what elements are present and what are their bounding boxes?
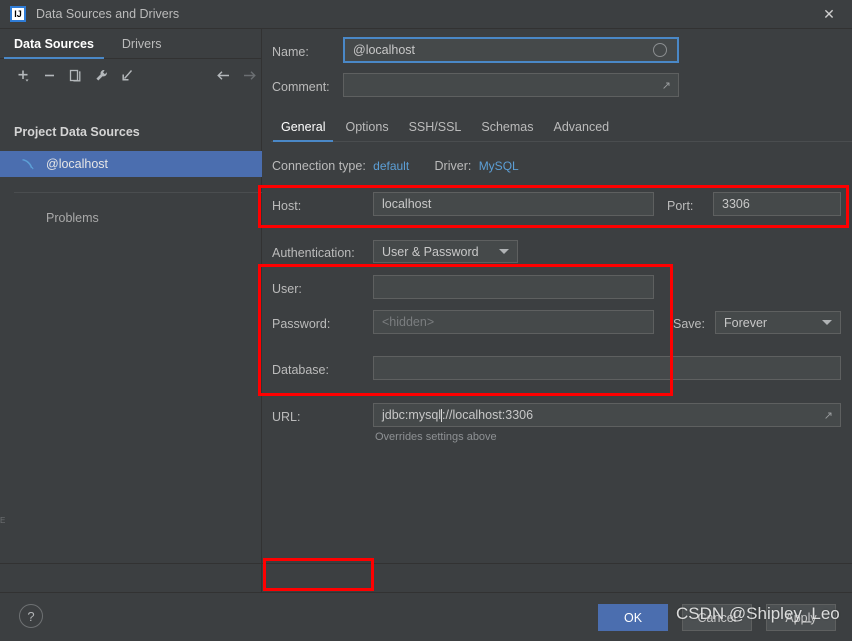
title-bar: IJ Data Sources and Drivers ✕ — [0, 0, 852, 29]
url-value-after-caret: ://localhost:3306 — [442, 408, 534, 422]
problems-item[interactable]: Problems — [46, 211, 99, 225]
close-icon[interactable]: ✕ — [806, 0, 852, 28]
left-toolbar — [0, 60, 262, 90]
name-label: Name: — [272, 45, 309, 59]
authentication-value: User & Password — [382, 244, 479, 259]
name-input[interactable]: @localhost — [343, 37, 679, 63]
driver-value[interactable]: MySQL — [479, 159, 519, 173]
forward-icon — [236, 63, 262, 87]
wrench-icon[interactable] — [88, 63, 114, 87]
left-panel: Data Sources Drivers Project Data Source… — [0, 29, 262, 592]
authentication-select[interactable]: User & Password — [373, 240, 518, 263]
port-input[interactable]: 3306 — [713, 192, 841, 216]
import-icon[interactable] — [114, 63, 140, 87]
data-sources-and-drivers-dialog: IJ Data Sources and Drivers ✕ Data Sourc… — [0, 0, 852, 641]
name-input-value: @localhost — [353, 43, 416, 57]
host-input-value: localhost — [382, 197, 432, 211]
password-label: Password: — [272, 317, 331, 331]
connection-type-label: Connection type: — [272, 159, 366, 173]
list-item-label: @localhost — [46, 157, 109, 171]
left-panel-divider — [14, 192, 262, 193]
settings-tab-bar: General Options SSH/SSL Schemas Advanced — [271, 114, 852, 142]
database-label: Database: — [272, 363, 329, 377]
chevron-down-icon — [499, 249, 509, 254]
tab-options[interactable]: Options — [335, 120, 398, 141]
edge-artifact-text: E — [0, 516, 6, 525]
url-hint: Overrides settings above — [375, 431, 497, 443]
url-input[interactable]: jdbc:mysql://localhost:3306 ↗ — [373, 403, 841, 427]
comment-input[interactable]: ↗ — [343, 73, 679, 97]
tab-advanced[interactable]: Advanced — [544, 120, 620, 141]
remove-icon[interactable] — [36, 63, 62, 87]
ok-button[interactable]: OK — [598, 604, 668, 631]
url-label: URL: — [272, 410, 301, 424]
save-value: Forever — [724, 315, 768, 330]
color-circle-icon[interactable] — [653, 43, 667, 57]
user-input[interactable] — [373, 275, 654, 299]
database-input[interactable] — [373, 356, 841, 380]
csdn-watermark: CSDN @Shipley_Leo — [676, 604, 840, 623]
port-label: Port: — [667, 199, 694, 213]
left-tab-bar: Data Sources Drivers — [0, 29, 262, 59]
save-select[interactable]: Forever — [715, 311, 841, 334]
password-input[interactable]: <hidden> — [373, 310, 654, 334]
tab-ssh-ssl[interactable]: SSH/SSL — [399, 120, 472, 141]
connection-type-row: Connection type: default Driver: MySQL — [272, 159, 519, 173]
host-input[interactable]: localhost — [373, 192, 654, 216]
url-value-before-caret: jdbc:mysql — [382, 408, 442, 422]
user-label: User: — [272, 282, 302, 296]
mysql-dolphin-icon — [20, 157, 36, 172]
help-button[interactable]: ? — [19, 604, 43, 628]
expand-icon[interactable]: ↗ — [662, 79, 671, 92]
footer-separator — [0, 563, 852, 564]
port-input-value: 3306 — [722, 197, 750, 211]
authentication-label: Authentication: — [272, 246, 355, 260]
driver-label: Driver: — [434, 159, 472, 173]
back-icon[interactable] — [210, 63, 236, 87]
window-title: Data Sources and Drivers — [36, 7, 180, 21]
tab-drivers[interactable]: Drivers — [108, 37, 176, 58]
tab-general[interactable]: General — [271, 120, 335, 142]
add-icon[interactable] — [10, 63, 36, 87]
host-label: Host: — [272, 199, 302, 213]
intellij-logo-text: IJ — [14, 8, 22, 19]
intellij-logo-icon: IJ — [10, 6, 26, 22]
connection-type-value[interactable]: default — [373, 159, 409, 173]
copy-icon[interactable] — [62, 63, 88, 87]
project-data-sources-header: Project Data Sources — [14, 125, 140, 139]
connection-settings-panel: Name: @localhost Comment: ↗ General Opti… — [263, 29, 852, 606]
tab-data-sources[interactable]: Data Sources — [0, 37, 108, 59]
chevron-down-icon — [822, 320, 832, 325]
comment-label: Comment: — [272, 80, 330, 94]
password-placeholder: <hidden> — [382, 315, 435, 329]
list-item-localhost-datasource[interactable]: @localhost — [0, 151, 262, 177]
tab-schemas[interactable]: Schemas — [471, 120, 543, 141]
save-label: Save: — [673, 317, 705, 331]
expand-icon[interactable]: ↗ — [824, 409, 833, 422]
